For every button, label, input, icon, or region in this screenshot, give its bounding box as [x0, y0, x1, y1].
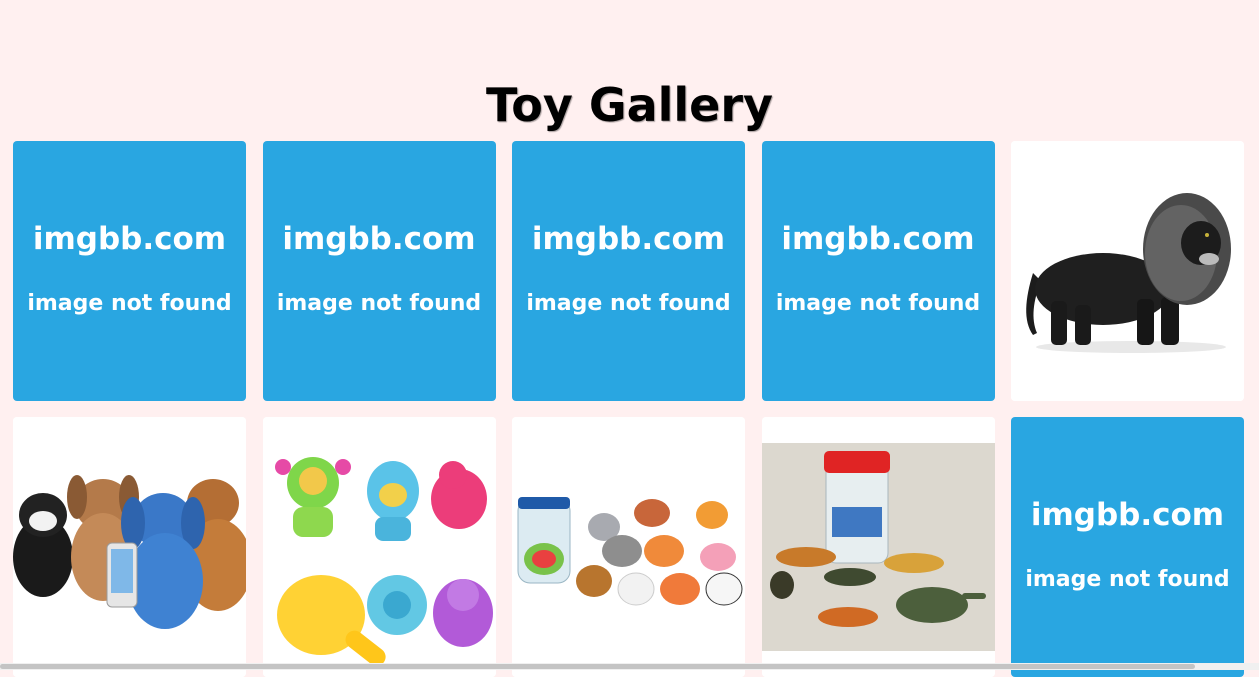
- gallery-item[interactable]: [1011, 141, 1244, 401]
- toy-gallery-grid: imgbb.com image not found imgbb.com imag…: [13, 141, 1244, 677]
- gallery-item[interactable]: [761, 417, 995, 677]
- placeholder-domain-text: imgbb.com: [781, 220, 975, 257]
- wild-animal-figures-image: [761, 417, 995, 677]
- gallery-item[interactable]: imgbb.com image not found: [13, 141, 246, 401]
- placeholder-message-text: image not found: [526, 290, 731, 316]
- placeholder-domain-text: imgbb.com: [531, 220, 726, 257]
- gallery-item[interactable]: imgbb.com image not found: [1011, 417, 1244, 677]
- placeholder-domain-text: imgbb.com: [282, 220, 476, 257]
- gallery-item[interactable]: imgbb.com image not found: [761, 141, 995, 401]
- gallery-item[interactable]: imgbb.com image not found: [512, 141, 745, 401]
- placeholder-domain-text: imgbb.com: [32, 220, 227, 257]
- scrollbar-thumb[interactable]: [0, 664, 1195, 669]
- placeholder-message-text: image not found: [27, 290, 232, 316]
- placeholder-domain-text: imgbb.com: [1030, 496, 1225, 533]
- placeholder-message-text: image not found: [775, 290, 981, 316]
- lion-figurine-image: [1011, 141, 1244, 401]
- gallery-item[interactable]: [262, 417, 496, 677]
- placeholder-message-text: image not found: [1025, 566, 1230, 592]
- gallery-item[interactable]: [512, 417, 745, 677]
- baby-bath-toys-image: [262, 417, 496, 677]
- gallery-item[interactable]: imgbb.com image not found: [262, 141, 496, 401]
- placeholder-message-text: image not found: [276, 290, 482, 316]
- gallery-item[interactable]: [13, 417, 246, 677]
- farm-animal-figures-image: [512, 417, 745, 677]
- horizontal-scrollbar[interactable]: [0, 663, 1259, 670]
- plush-toys-image: [13, 417, 246, 677]
- page-title: Toy Gallery: [485, 77, 774, 132]
